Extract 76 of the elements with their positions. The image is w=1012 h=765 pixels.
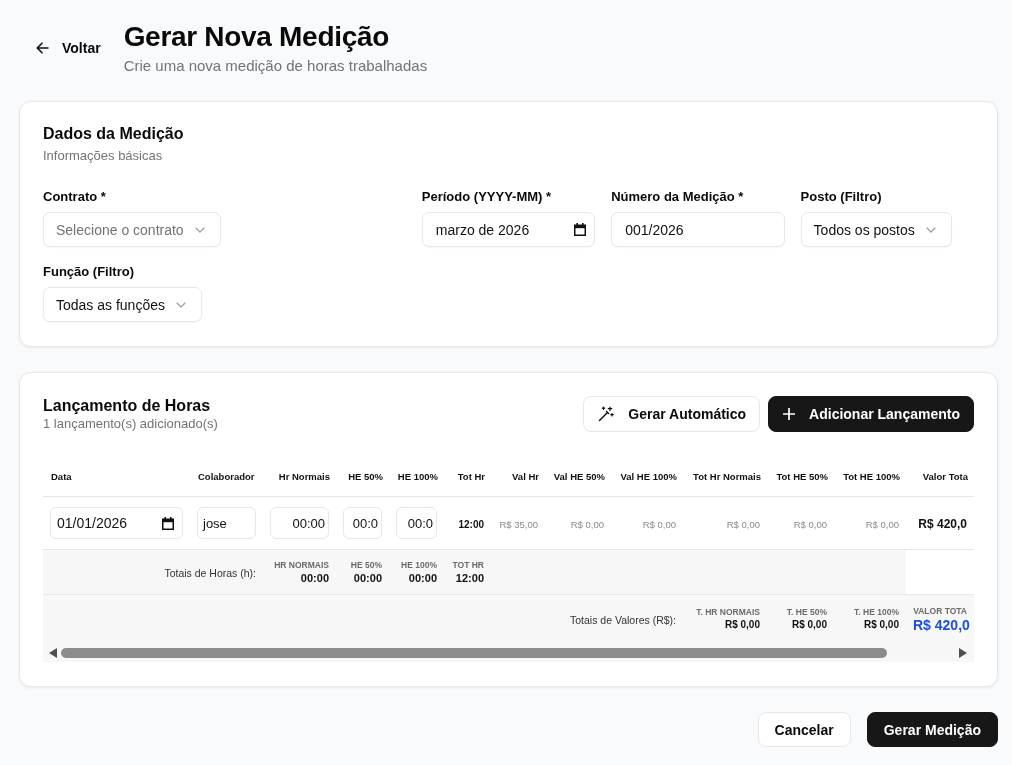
column-header: Val Hr <box>512 470 539 482</box>
card-title: Dados da Medição <box>43 124 185 144</box>
totals-label: Totais de Valores (R$): <box>570 614 676 626</box>
amount-value: R$ 0,00 <box>865 519 899 530</box>
amount-value: R$ 0,00 <box>793 519 827 530</box>
total-value: R$ 0,00 <box>723 618 760 632</box>
add-entry-button[interactable]: Adicionar Lançamento <box>768 396 974 432</box>
caret-left-icon[interactable] <box>49 647 57 658</box>
total-value: 00:00 <box>299 571 329 585</box>
total-caption: T. HE 100% <box>853 606 899 618</box>
column-header: Val HE 50% <box>553 470 605 482</box>
card-subtitle: 1 lançamento(s) adicionado(s) <box>43 416 218 432</box>
column-header: HE 50% <box>348 470 383 482</box>
column-header: Valor Tota <box>922 470 968 482</box>
column-header: Tot Hr <box>457 470 485 482</box>
month-field[interactable]: marzo de 2026 <box>421 212 596 247</box>
amount-value: R$ 0,00 <box>642 519 676 530</box>
time-field[interactable]: 00:0 <box>343 507 382 539</box>
horizontal-scrollbar[interactable] <box>43 643 974 662</box>
column-header: Data <box>51 470 72 482</box>
field-label: Número da Medição * <box>611 188 744 206</box>
date-field[interactable]: 01/01/2026 <box>50 507 183 539</box>
submit-button[interactable]: Gerar Medição <box>866 712 998 747</box>
total-value: 00:00 <box>352 571 382 585</box>
select-field[interactable]: Todas as funções <box>43 287 202 322</box>
hours-value: 12:00 <box>458 519 484 530</box>
select-field[interactable]: Selecione o contrato <box>43 212 221 247</box>
select-field[interactable]: Todos os postos <box>800 212 952 247</box>
scrollbar-thumb[interactable] <box>61 647 887 658</box>
total-value: R$ 0,00 <box>790 618 827 632</box>
cancel-button[interactable]: Cancelar <box>757 712 851 747</box>
column-header: Colaborador <box>198 470 255 482</box>
calendar-icon <box>162 516 174 530</box>
total-caption: VALOR TOTA <box>913 604 967 617</box>
magic-wand-icon <box>598 406 615 422</box>
calendar-icon <box>574 223 587 236</box>
amount-value: R$ 0,00 <box>726 519 760 530</box>
column-header: Tot HE 100% <box>843 470 900 482</box>
total-value: R$ 0,00 <box>862 618 899 632</box>
caret-right-icon[interactable] <box>959 647 967 658</box>
total-caption: T. HR NORMAIS <box>695 606 760 618</box>
card-title: Lançamento de Horas <box>43 396 212 416</box>
chevron-down-icon <box>925 226 936 233</box>
field-label: Período (YYYY-MM) * <box>421 188 552 206</box>
chevron-down-icon <box>194 226 205 233</box>
card-subtitle: Informações básicas <box>43 148 164 164</box>
auto-generate-button[interactable]: Gerar Automático <box>583 396 761 432</box>
total-caption: T. HE 50% <box>785 606 827 618</box>
column-header: Hr Normais <box>278 470 330 482</box>
amount-value: R$ 35,00 <box>499 519 538 530</box>
time-field[interactable]: 00:0 <box>396 507 437 539</box>
column-header: HE 100% <box>397 470 438 482</box>
arrow-left-icon <box>36 42 49 54</box>
total-caption: HE 100% <box>400 559 437 571</box>
input-field[interactable]: jose <box>197 507 256 539</box>
field-label: Posto (Filtro) <box>800 188 882 206</box>
column-header: Tot Hr Normais <box>693 470 761 482</box>
field-label: Contrato * <box>43 188 106 206</box>
column-header: Val HE 100% <box>620 470 677 482</box>
back-button[interactable]: Voltar <box>26 34 111 62</box>
total-value: 12:00 <box>454 571 484 585</box>
total-caption: HR NORMAIS <box>273 559 329 571</box>
field-label: Função (Filtro) <box>43 263 134 281</box>
page-subtitle: Crie uma nova medição de horas trabalhadas <box>123 56 428 76</box>
plus-icon <box>783 408 796 420</box>
totals-label: Totais de Horas (h): <box>164 567 256 579</box>
column-header: Tot HE 50% <box>776 470 828 482</box>
total-value: 00:00 <box>407 571 437 585</box>
amount-value: R$ 0,00 <box>570 519 604 530</box>
row-total-value: R$ 420,0 <box>918 517 967 531</box>
input-field[interactable]: 001/2026 <box>611 212 785 247</box>
total-caption: TOT HR <box>451 559 484 571</box>
time-field[interactable]: 00:00 <box>270 507 329 539</box>
chevron-down-icon <box>175 301 186 308</box>
total-caption: HE 50% <box>349 559 382 571</box>
page-title: Gerar Nova Medição <box>123 20 390 54</box>
